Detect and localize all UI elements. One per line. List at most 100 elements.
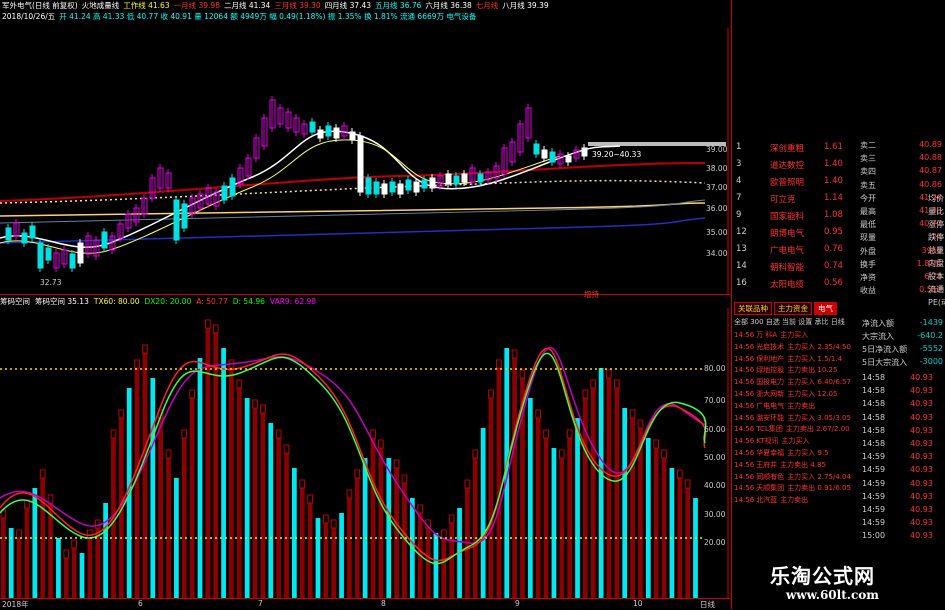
- candle-body: [325, 125, 332, 137]
- indicator-bar: [512, 358, 517, 598]
- news-action: 主力卖出 2.67/2.00: [785, 425, 850, 434]
- news-row[interactable]: 14:56 北汽蓝 主力卖出: [734, 495, 858, 506]
- panel-tab[interactable]: 关联品种: [734, 302, 772, 315]
- tick-time: 14:58: [862, 399, 886, 409]
- indicator-bar: [260, 413, 266, 598]
- date-tick-label: 6: [138, 599, 143, 608]
- info-item: 四月线 37.43: [324, 1, 372, 10]
- panel-tab[interactable]: 主力资金: [774, 302, 812, 315]
- news-row[interactable]: 14:56 万 科A 主力买入: [734, 330, 858, 341]
- tick-price: 40.93: [910, 465, 933, 475]
- sector-stock-change: 0.95: [824, 227, 843, 237]
- date-axis: 2018年 6 7 8 9 10 日线: [0, 598, 730, 610]
- sector-stock-name: 广电电气: [770, 246, 805, 256]
- candle-body: [29, 225, 36, 239]
- indicator-tick-label: 60.00: [704, 425, 726, 434]
- indicator-bar-cap: [236, 379, 243, 389]
- sector-stock-name: 朝科智能: [770, 263, 805, 273]
- price-tick-label: 38.00: [706, 164, 728, 173]
- ma-legend-row: 军外电气(日线 前复权) 火地成量线 工作线 41.63 一月线 39.98 二月线 4…: [2, 1, 553, 10]
- indicator-bar: [543, 438, 549, 598]
- indicator-bar-cap: [370, 429, 376, 439]
- indicator-bar: [386, 458, 392, 598]
- orderbook-right-label: 内盘: [928, 259, 944, 268]
- panel-tab[interactable]: 电气: [814, 302, 837, 315]
- orderbook-row: 卖二 40.89: [860, 140, 945, 153]
- candle-body: [549, 151, 556, 163]
- orderbook-label: 最高: [860, 207, 876, 216]
- indicator-bar-cap: [684, 479, 691, 489]
- news-row[interactable]: 14:56 华夏幸福 主力买入 9.5: [734, 448, 858, 459]
- indicator-bar: [244, 398, 250, 598]
- news-row[interactable]: 14:56 天顺集团 主力卖出 0.91/6.05: [734, 483, 858, 494]
- orderbook-right-label: PE(动): [928, 298, 945, 307]
- indicator-bar: [441, 538, 447, 598]
- news-row[interactable]: 14:56 绿地控股 主力卖出 10.25: [734, 365, 858, 376]
- info-item: 六月线 36.38: [425, 1, 472, 10]
- candle-body: [413, 181, 420, 193]
- tick-price: 40.93: [910, 399, 933, 409]
- news-row[interactable]: 14:56 同顺有色 主力买入 2.75/4.04: [734, 472, 858, 483]
- tick-row: 14:59 40.93: [860, 452, 945, 465]
- news-action: 主力买入: [781, 437, 810, 446]
- chart-info-bar: 军外电气(日线 前复权) 火地成量线 工作线 41.63 一月线 39.98 二月线 4…: [0, 0, 730, 28]
- news-row[interactable]: 14:56 TCL集团 主力卖出 2.67/2.00: [734, 424, 858, 435]
- sector-stock-name: 欧普照明: [770, 178, 805, 188]
- indicator-bar: [449, 523, 455, 598]
- indicator-chart[interactable]: 80.00 70.00 60.00 50.00 40.00 30.00 20.00: [0, 308, 730, 598]
- news-row[interactable]: 14:56 王府井 主力卖出 4.85: [734, 460, 858, 471]
- tick-time: 15:00: [862, 531, 886, 541]
- candlestick-chart[interactable]: 39.00 38.00 37.00 36.00 35.00 34.00: [0, 28, 730, 294]
- news-row[interactable]: 14:56 国投电力 主力买入 6.40/6.57: [734, 377, 858, 388]
- news-row[interactable]: 14:56 广电电气 主力卖出: [734, 401, 858, 412]
- indicator-bar: [134, 368, 140, 598]
- candle-body: [45, 247, 52, 261]
- tick-price: 40.93: [910, 478, 933, 488]
- orderbook-right-label: 量比: [928, 207, 944, 216]
- indicator-bar: [559, 458, 565, 598]
- news-stock: 绿地控股: [756, 366, 785, 375]
- indicator-bar-cap: [566, 429, 573, 439]
- tick-row: 14:58 40.93: [860, 386, 945, 399]
- price-tick-label: 37.00: [706, 183, 728, 192]
- candle-body: [373, 181, 380, 195]
- sector-stock-name: 深创重粗: [770, 144, 805, 154]
- news-time: 14:56: [734, 354, 755, 363]
- tick-time: 14:59: [862, 491, 886, 501]
- orderbook-row: 卖五 40.86: [860, 180, 945, 193]
- orderbook-right-label: 总量: [928, 246, 944, 255]
- indicator-tick-label: 80.00: [704, 364, 726, 373]
- indicator-bar-cap: [87, 529, 93, 539]
- news-row[interactable]: 14:56 保利地产 主力买入 1.5/1.4: [734, 354, 858, 365]
- tick-price: 40.93: [910, 505, 933, 514]
- indicator-bar-cap: [16, 529, 22, 539]
- sector-rank: 16: [736, 278, 747, 288]
- news-row[interactable]: 14:56 浙大网新 主力买入 12.05: [734, 389, 858, 400]
- news-time: 14:56: [734, 449, 755, 457]
- indicator-bar-cap: [204, 319, 211, 329]
- orderbook-row: 卖三 40.88: [860, 153, 945, 166]
- tick-time: 14:58: [862, 439, 886, 448]
- news-stock: 万 科A: [756, 331, 778, 339]
- quote-side-panel: 1 深创重粗 1.61 3 道达数控 1.40 4 欧普照明 1.40 7 可立克 1.14 9 国家能科…: [731, 0, 945, 609]
- news-row[interactable]: 14:56 光启技术 主力买入 2.35/4.50: [734, 342, 858, 353]
- indicator-bar: [103, 503, 108, 598]
- indicator-bar-cap: [417, 504, 424, 514]
- indicator-bar: [56, 538, 61, 598]
- info-item: 开 41.24 高 41.33 低 40.77 收 40.91 量 12064 …: [59, 12, 477, 21]
- price-tick-label: 34.00: [706, 249, 728, 258]
- pane-divider[interactable]: [0, 294, 730, 295]
- news-stock: 华夏幸福: [756, 449, 785, 457]
- indicator-bar-cap: [63, 549, 70, 559]
- news-row[interactable]: 14:56 KT视讯 主力买入: [734, 436, 858, 447]
- indicator-bar-cap: [260, 404, 266, 414]
- news-action: 主力买入: [780, 331, 809, 339]
- candle-body: [221, 185, 228, 201]
- news-row[interactable]: 14:56 潞安环能 主力买入 3.05/3.05: [734, 413, 858, 424]
- indicator-bar-cap: [629, 409, 636, 419]
- indicator-bar-cap: [519, 369, 526, 379]
- news-time: 14:56: [734, 496, 755, 505]
- indicator-bar: [292, 468, 297, 598]
- orderbook-value: 40.88: [919, 153, 942, 163]
- indicator-bar: [189, 398, 195, 598]
